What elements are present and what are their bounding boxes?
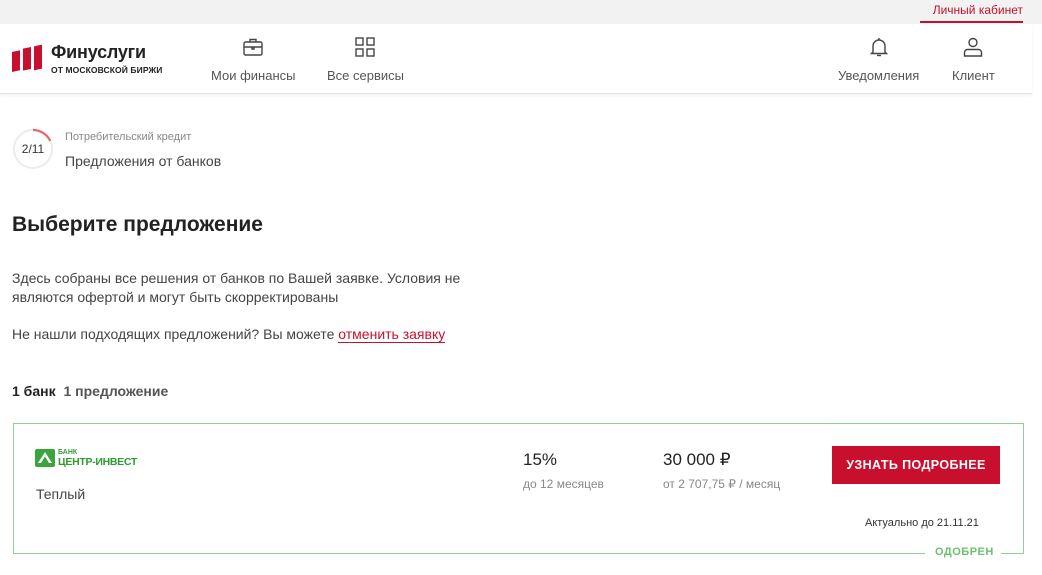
loan-amount: 30 000 ₽ bbox=[663, 450, 731, 469]
card-border-bottom-end bbox=[1001, 553, 1024, 554]
nav-label-services: Все сервисы bbox=[327, 68, 404, 83]
user-icon bbox=[964, 37, 983, 57]
progress-text: 2/11 bbox=[21, 142, 45, 156]
briefcase-icon bbox=[243, 38, 263, 56]
account-link-underline bbox=[920, 21, 1023, 23]
bank-logo: БАНК ЦЕНТР-ИНВЕСТ bbox=[35, 448, 137, 468]
page-title: Выберите предложение bbox=[12, 213, 263, 236]
top-bar: Личный кабинет bbox=[0, 0, 1042, 24]
cancel-prompt-text: Не нашли подходящих предложений? Вы може… bbox=[12, 326, 339, 342]
status-badge: ОДОБРЕН bbox=[935, 546, 994, 558]
grid-icon bbox=[355, 37, 376, 57]
valid-until: Актуально до 21.11.21 bbox=[865, 517, 979, 529]
nav-all-services[interactable]: Все сервисы bbox=[327, 36, 404, 83]
account-link[interactable]: Личный кабинет bbox=[933, 3, 1023, 17]
interest-rate: 15% bbox=[523, 450, 558, 469]
step-title: Предложения от банков bbox=[65, 153, 222, 169]
offer-card[interactable]: БАНК ЦЕНТР-ИНВЕСТ Теплый 15% до 12 месяц… bbox=[13, 423, 1024, 554]
header: Финуслуги ОТ МОСКОВСКОЙ БИРЖИ Мои финанс… bbox=[0, 24, 1032, 94]
bank-name: ЦЕНТР-ИНВЕСТ bbox=[58, 455, 138, 468]
nav-notifications[interactable]: Уведомления bbox=[838, 36, 919, 83]
step-category: Потребительский кредит bbox=[65, 131, 192, 143]
logo-subtitle: ОТ МОСКОВСКОЙ БИРЖИ bbox=[51, 65, 163, 75]
logo[interactable]: Финуслуги ОТ МОСКОВСКОЙ БИРЖИ bbox=[12, 43, 163, 76]
logo-mark-icon bbox=[12, 44, 42, 72]
step-progress: 2/11 bbox=[12, 128, 54, 170]
loan-term: до 12 месяцев bbox=[523, 477, 604, 491]
offer-counts: 1 банк 1 предложение bbox=[12, 383, 168, 399]
bell-icon bbox=[869, 38, 888, 57]
logo-title: Финуслуги bbox=[51, 42, 146, 62]
cancel-application-link[interactable]: отменить заявку bbox=[338, 326, 446, 343]
nav-client[interactable]: Клиент bbox=[952, 36, 995, 83]
bank-count: 1 банк bbox=[12, 383, 56, 399]
page-description: Здесь собраны все решения от банков по В… bbox=[12, 270, 461, 305]
card-border-bottom bbox=[13, 553, 925, 554]
bank-logo-icon bbox=[35, 449, 55, 467]
nav-my-finances[interactable]: Мои финансы bbox=[211, 36, 295, 83]
cancel-prompt: Не нашли подходящих предложений? Вы може… bbox=[12, 326, 446, 343]
offer-count: 1 предложение bbox=[63, 383, 169, 399]
product-name: Теплый bbox=[36, 486, 86, 502]
nav-label-client: Клиент bbox=[952, 68, 995, 83]
monthly-payment: от 2 707,75 ₽ / месяц bbox=[663, 477, 781, 491]
nav-label-finances: Мои финансы bbox=[211, 68, 296, 83]
details-button[interactable]: УЗНАТЬ ПОДРОБНЕЕ bbox=[832, 446, 1000, 484]
nav-label-notifications: Уведомления bbox=[838, 68, 920, 83]
